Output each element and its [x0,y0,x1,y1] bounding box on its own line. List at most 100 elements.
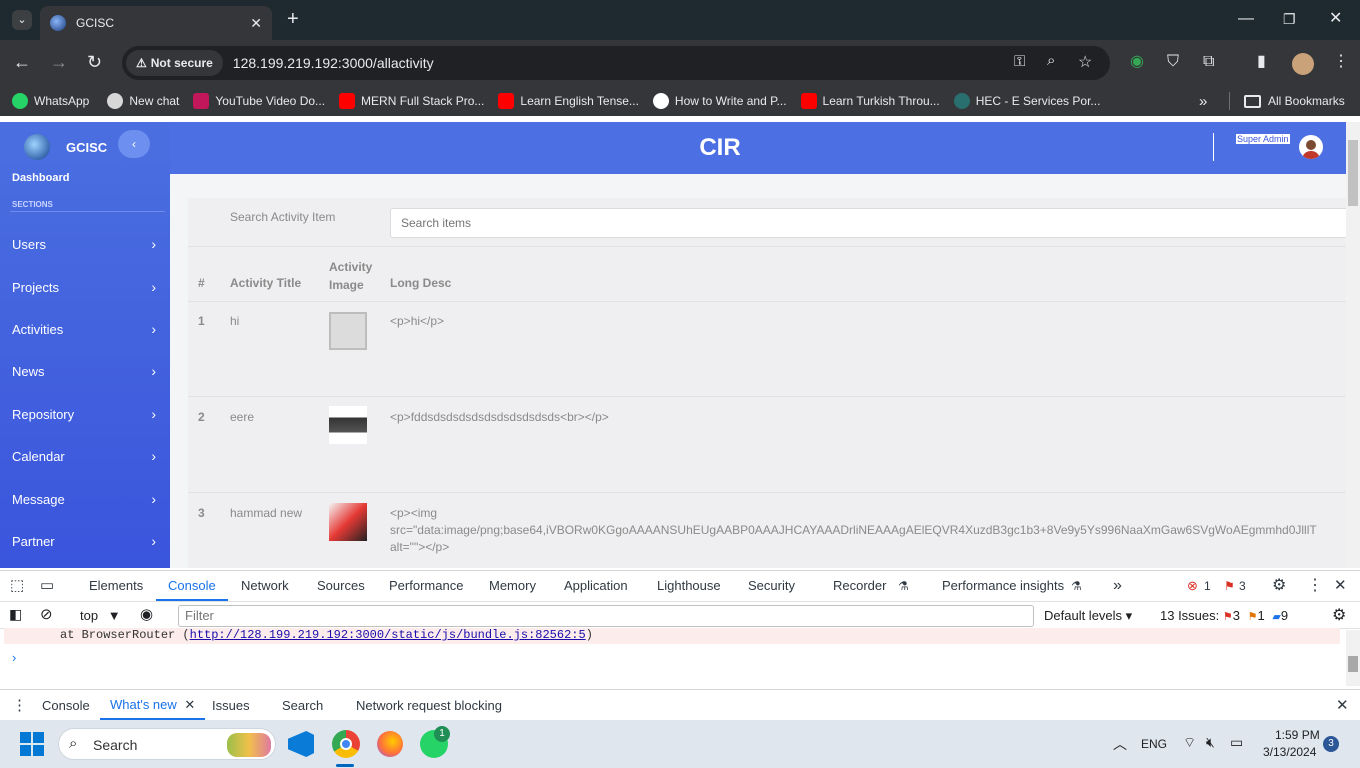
close-tab-icon[interactable]: ✕ [184,697,195,712]
forward-icon[interactable]: → [50,52,68,72]
tab-security[interactable]: Security [748,571,795,601]
new-tab-icon[interactable]: + [287,9,299,29]
vscode-icon[interactable] [288,731,314,757]
search-input[interactable] [390,208,1346,238]
bookmark-english[interactable]: Learn English Tense... [498,93,639,109]
restore-icon[interactable]: ❐ [1283,9,1296,29]
shield-extension-icon[interactable]: ⛉ [1167,52,1179,72]
zoom-icon[interactable]: ⌕ [1047,52,1055,69]
source-link[interactable]: http://128.199.219.192:3000/static/js/bu… [190,628,586,642]
device-toolbar-icon[interactable]: ▭ [40,571,54,601]
sidebar-item-projects[interactable]: Projects › [0,267,170,307]
devtools-menu-icon[interactable]: ⋮ [1307,571,1323,601]
wifi-icon[interactable]: ⌔ [1183,734,1196,752]
collapse-sidebar-button[interactable]: ‹ [118,130,150,158]
close-window-icon[interactable]: ✕ [1329,9,1342,29]
bookmark-how-to-write[interactable]: How to Write and P... [652,93,787,109]
address-bar[interactable]: ⚠ Not secure 128.199.219.192:3000/allacti… [122,46,1110,80]
windows-start-icon[interactable] [20,732,44,756]
clear-console-icon[interactable]: ⊘ [40,605,53,623]
tab-search-icon[interactable]: ⌄ [12,10,32,30]
bookmark-turkish[interactable]: Learn Turkish Throu... [800,93,940,109]
scrollbar-thumb[interactable] [1348,656,1358,672]
all-bookmarks[interactable]: All Bookmarks [1244,94,1345,108]
close-tab-icon[interactable]: ✕ [250,15,262,32]
tab-application[interactable]: Application [564,571,628,601]
tab-elements[interactable]: Elements [89,571,143,601]
tab-sources[interactable]: Sources [317,571,365,601]
settings-gear-icon[interactable]: ⚙ [1272,571,1286,601]
live-expression-eye-icon[interactable]: ◉ [140,605,153,623]
chrome-icon[interactable] [332,730,360,758]
close-drawer-icon[interactable]: ✕ [1336,696,1349,714]
bookmark-whatsapp[interactable]: WhatsApp [12,93,89,109]
drawer-tab-whats-new[interactable]: What's new ✕ [100,690,206,720]
security-chip[interactable]: ⚠ Not secure [126,50,223,76]
error-count[interactable]: 1 [1204,571,1211,601]
extensions-puzzle-icon[interactable]: ⧉ [1203,52,1214,72]
notification-badge[interactable]: 3 [1323,736,1339,752]
bookmark-new-chat[interactable]: New chat [107,93,179,109]
reload-icon[interactable]: ↻ [87,52,102,72]
close-devtools-icon[interactable]: ✕ [1334,571,1347,601]
bookmark-youtube-downloader[interactable]: YouTube Video Do... [193,93,325,109]
sidebar-item-message[interactable]: Message › [0,479,170,519]
back-icon[interactable]: ← [13,52,31,72]
context-select[interactable]: top ▼ [80,608,121,623]
console-scrollbar[interactable] [1346,630,1360,686]
warning-count[interactable]: 3 [1239,571,1246,601]
tab-network[interactable]: Network [241,571,289,601]
chrome-menu-icon[interactable]: ⋮ [1333,52,1349,72]
sidebar-item-repository[interactable]: Repository › [0,394,170,434]
drawer-tab-issues[interactable]: Issues [212,698,250,713]
inspect-element-icon[interactable]: ⬚ [10,571,24,601]
tab-lighthouse[interactable]: Lighthouse [657,571,721,601]
drawer-tab-console[interactable]: Console [42,698,90,713]
clock-time[interactable]: 1:59 PM [1275,728,1320,742]
error-icon[interactable]: ⊗ [1187,571,1198,601]
sidebar-item-calendar[interactable]: Calendar › [0,436,170,476]
tab-memory[interactable]: Memory [489,571,536,601]
sidebar-toggle-icon[interactable]: ◧ [9,606,22,623]
more-tabs-icon[interactable]: » [1113,571,1122,601]
drawer-menu-icon[interactable]: ⋮ [12,696,27,714]
console-prompt[interactable]: › [12,650,16,665]
filter-input[interactable]: Filter [178,605,1034,627]
tab-performance[interactable]: Performance [389,571,463,601]
bookmark-hec[interactable]: HEC - E Services Por... [953,93,1100,109]
minimize-icon[interactable]: — [1238,9,1254,29]
chevron-up-icon[interactable]: ︿ [1113,734,1127,754]
firefox-icon[interactable] [377,731,403,757]
more-bookmarks-icon[interactable]: » [1199,93,1207,110]
tab-console[interactable]: Console [156,571,228,601]
language-indicator[interactable]: ENG [1141,737,1167,751]
tab-recorder[interactable]: Recorder [833,571,886,601]
clock-date[interactable]: 3/13/2024 [1263,745,1316,759]
side-panel-icon[interactable]: ▮ [1257,52,1266,72]
browser-tab[interactable]: GCISC ✕ [40,6,272,40]
taskbar-search[interactable]: ⌕ Search [58,728,276,760]
url-text[interactable]: 128.199.219.192:3000/allactivity [233,55,434,71]
bookmark-mern[interactable]: MERN Full Stack Pro... [339,93,484,109]
password-key-icon[interactable]: ⚿ [1014,53,1025,70]
sidebar-item-activities[interactable]: Activities › [0,309,170,349]
warning-flag-icon[interactable]: ⚑ [1224,571,1235,601]
scrollbar-thumb[interactable] [1348,140,1358,206]
user-avatar[interactable] [1299,135,1323,159]
console-settings-gear-icon[interactable]: ⚙ [1332,605,1346,625]
sidebar-item-partner[interactable]: Partner › [0,521,170,561]
drawer-tab-network-request-blocking[interactable]: Network request blocking [356,698,502,713]
levels-select[interactable]: Default levels ▾ [1044,608,1132,624]
sidebar-item-users[interactable]: Users › [0,224,170,264]
battery-icon[interactable]: ▭ [1230,734,1243,751]
issues-button[interactable]: 13 Issues: ⚑3 ⚑1 ▰9 [1160,608,1288,623]
sidebar-item-news[interactable]: News › [0,351,170,391]
volume-muted-icon[interactable]: 🔇︎ [1206,734,1215,751]
tab-performance-insights[interactable]: Performance insights [942,571,1064,601]
bookmark-star-icon[interactable]: ☆ [1078,52,1092,72]
profile-avatar[interactable] [1292,53,1314,75]
extension-eye-icon[interactable]: ◉ [1130,52,1144,72]
user-role[interactable]: Super Admin [1236,134,1290,144]
drawer-tab-search[interactable]: Search [282,698,323,713]
page-scrollbar[interactable] [1346,122,1360,568]
